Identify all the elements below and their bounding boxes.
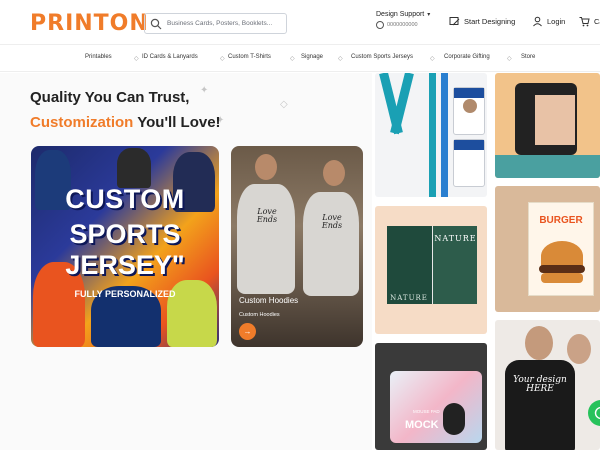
nav-item-sports-jerseys[interactable]: Custom Sports Jerseys — [351, 54, 413, 60]
category-nav: Printables ◇ ID Cards & Lanyards ◇ Custo… — [0, 44, 600, 72]
hoodie-model-image — [303, 192, 359, 296]
custom-sports-jersey-card[interactable]: CUSTOM SPORTS JERSEY" FULLY PERSONALIZED — [31, 146, 219, 347]
mousepad-mock-text: MOCK — [405, 419, 439, 431]
design-support-menu[interactable]: Design Support ▾ 0000000000 — [376, 11, 430, 29]
chevron-down-icon: ▾ — [427, 12, 431, 18]
nav-item-store[interactable]: Store — [521, 54, 535, 60]
mousepad-tile[interactable]: MOUSE PAD MOCK — [375, 343, 487, 450]
burger-patty — [539, 265, 585, 273]
mousepad-small-text: MOUSE PAD — [413, 409, 440, 414]
nav-item-printables[interactable]: Printables — [85, 54, 112, 60]
decor-sparkle-icon: ✦ — [200, 85, 209, 96]
hoodie-arrow-button[interactable]: → — [239, 323, 256, 340]
custom-tshirt-tile[interactable]: Your design HERE — [495, 320, 600, 450]
jersey-headline-line2: SPORTS — [69, 219, 181, 249]
start-designing-link[interactable]: Start Designing — [449, 16, 515, 27]
whatsapp-icon — [594, 406, 600, 420]
lanyard-strap — [441, 73, 448, 197]
support-phone: 0000000000 — [387, 22, 418, 28]
mug-background — [495, 155, 600, 178]
nav-separator: ◇ — [290, 56, 295, 62]
hero-title-line2: Customization You'll Love! — [30, 114, 221, 131]
nav-separator: ◇ — [507, 56, 512, 62]
logo-text: PRINTON — [30, 11, 149, 36]
site-header: PRINTON Business Cards, Posters, Booklet… — [0, 0, 600, 44]
hoodie-card-subtitle: Custom Hoodies — [239, 312, 280, 318]
cart-label: Ca — [594, 17, 600, 26]
burger-bottom-bun — [541, 273, 583, 283]
id-card-image — [453, 87, 485, 135]
nav-item-corporate-gifting[interactable]: Corporate Gifting — [444, 54, 490, 60]
printon-logo[interactable]: PRINTON — [30, 11, 149, 36]
login-link[interactable]: Login — [532, 16, 565, 27]
search-input[interactable]: Business Cards, Posters, Booklets... — [144, 13, 287, 34]
lanyard-strap — [429, 73, 436, 197]
lanyard-id-card-tile[interactable] — [375, 73, 487, 197]
tshirt-print-text: Your design HERE — [513, 375, 567, 394]
login-label: Login — [547, 17, 566, 26]
hoodie-print-text: Love Ends — [256, 207, 278, 224]
magazine-title: NATURE — [434, 234, 477, 243]
search-icon — [150, 18, 162, 29]
nav-separator: ◇ — [338, 56, 343, 62]
custom-hoodies-card[interactable]: Love Ends Love Ends Custom Hoodies Custo… — [231, 146, 363, 347]
jersey-tagline: FULLY PERSONALIZED — [74, 289, 176, 299]
hero-title-line2-rest: You'll Love! — [133, 114, 221, 131]
player-image — [117, 148, 151, 188]
tshirt-model-face — [567, 334, 591, 364]
page: PRINTON Business Cards, Posters, Booklet… — [0, 0, 600, 450]
magazine-bottom-title: NATURE — [390, 294, 428, 302]
whatsapp-icon — [376, 21, 384, 29]
nav-separator: ◇ — [430, 56, 435, 62]
hoodie-model-face — [323, 160, 345, 186]
design-support-label: Design Support — [376, 11, 425, 18]
tshirt-image — [505, 360, 575, 450]
hoodie-model-image — [237, 184, 295, 294]
nav-item-id-cards[interactable]: ID Cards & Lanyards — [142, 54, 198, 60]
nav-item-custom-tshirts[interactable]: Custom T-Shirts — [228, 54, 271, 60]
hero-title: Quality You Can Trust, — [30, 89, 189, 106]
cart-icon — [579, 17, 590, 27]
nav-item-signage[interactable]: Signage — [301, 54, 323, 60]
search-placeholder: Business Cards, Posters, Booklets... — [167, 20, 273, 27]
arrow-right-icon: → — [243, 327, 252, 336]
cart-link[interactable]: Ca — [579, 16, 600, 27]
tshirt-model-face — [525, 326, 553, 360]
user-icon — [533, 16, 542, 27]
id-card-image — [453, 139, 485, 187]
burger-poster-title: BURGER — [539, 215, 583, 226]
decor-sparkle-icon: ◇ — [280, 99, 288, 110]
mug-photo-print — [535, 95, 575, 145]
nav-separator: ◇ — [134, 56, 139, 62]
jersey-headline-line3: JERSEY" — [65, 250, 185, 280]
hoodie-print-text: Love Ends — [321, 213, 343, 230]
hero-title-accent: Customization — [30, 114, 134, 131]
hero-title-line1: Quality You Can Trust, — [30, 89, 190, 106]
mousepad-image — [390, 371, 482, 443]
hoodie-card-title: Custom Hoodies — [239, 296, 299, 305]
magazine-printing-tile[interactable]: NATURE NATURE — [375, 206, 487, 334]
hoodie-model-face — [255, 154, 277, 180]
custom-mug-tile[interactable] — [495, 73, 600, 178]
burger-poster-tile[interactable]: BURGER — [495, 186, 600, 312]
start-designing-label: Start Designing — [464, 17, 516, 26]
design-icon — [449, 17, 460, 26]
burger-poster: BURGER — [528, 202, 594, 296]
jersey-headline-line1: CUSTOM — [65, 184, 185, 214]
mouse-image — [443, 403, 465, 435]
nav-separator: ◇ — [220, 56, 225, 62]
